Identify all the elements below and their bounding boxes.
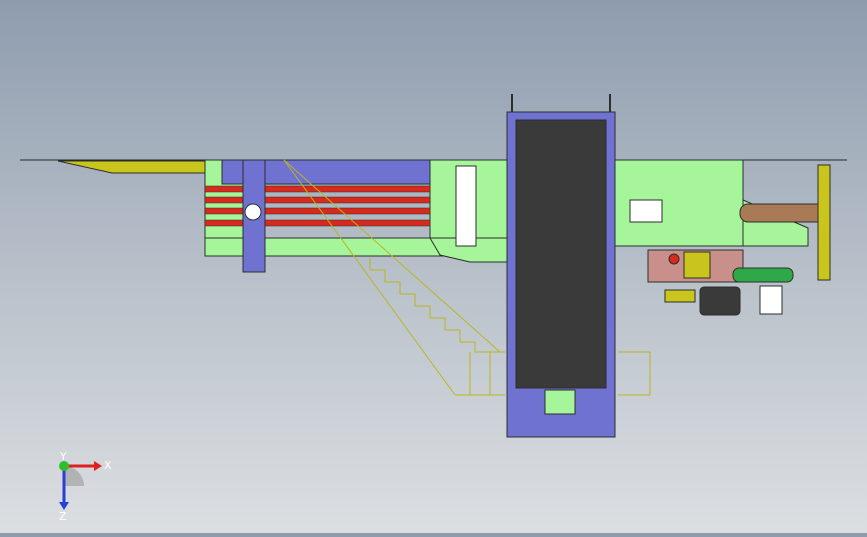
ram-column[interactable]: [242, 159, 266, 273]
conveyor[interactable]: [506, 94, 616, 438]
feed-chute[interactable]: [57, 160, 223, 174]
coordinate-triad: X Y Z: [59, 452, 112, 522]
z-axis-label: Z: [59, 510, 67, 522]
discharge-pipe[interactable]: [739, 203, 826, 223]
valve-icon: [668, 253, 680, 265]
motor[interactable]: [664, 285, 783, 316]
baler-assembly-model[interactable]: [0, 0, 867, 533]
y-axis-label: Y: [59, 452, 67, 463]
end-frame[interactable]: [817, 164, 831, 281]
oil-cooler[interactable]: [732, 267, 794, 283]
cad-viewport[interactable]: X Y Z: [0, 0, 867, 533]
gauge-icon: [244, 203, 262, 221]
x-axis-label: X: [104, 459, 112, 472]
